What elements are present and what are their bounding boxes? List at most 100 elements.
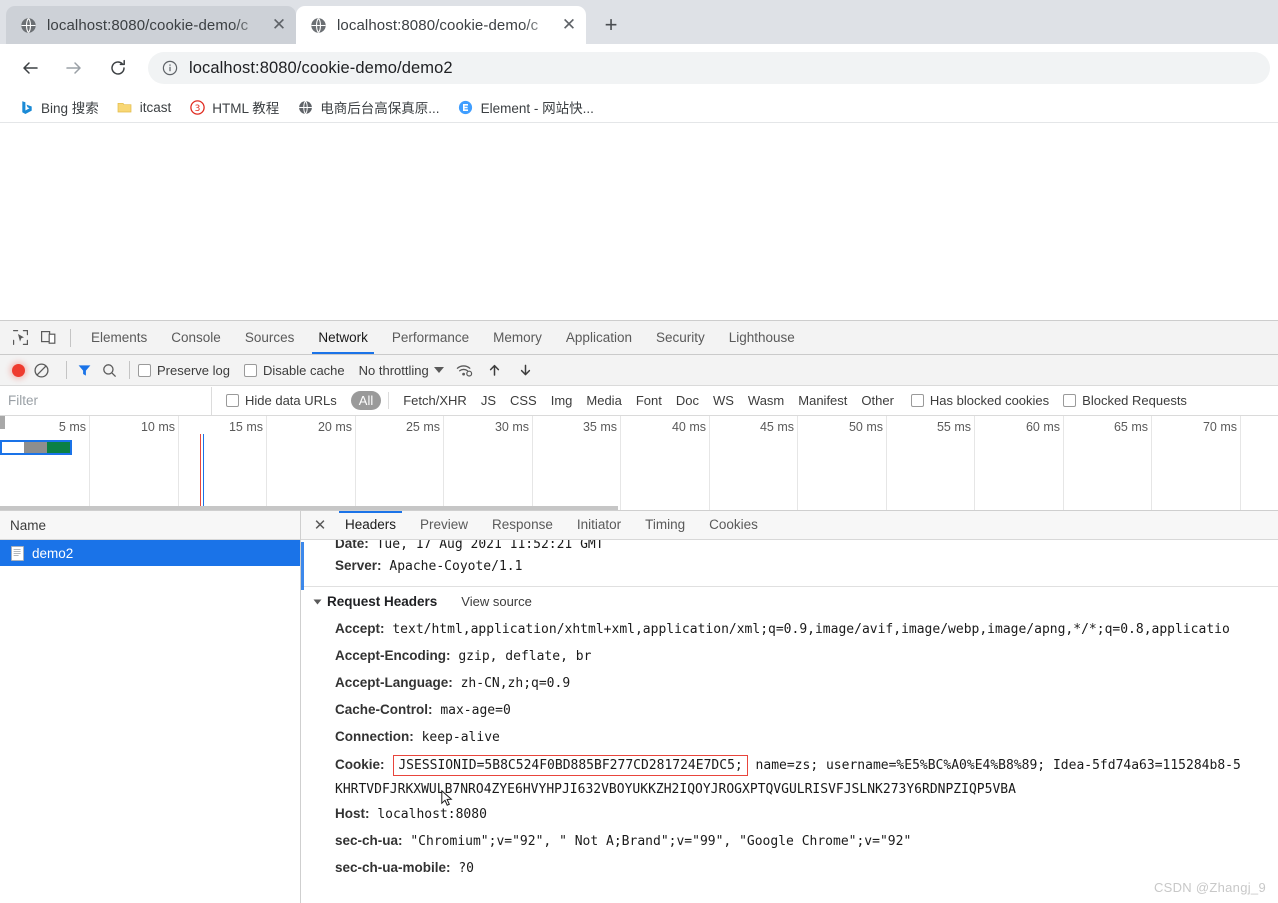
browser-tab-1[interactable]: localhost:8080/cookie-demo/c ✕: [6, 6, 296, 44]
timeline-tick: 65 ms: [1114, 416, 1152, 510]
browser-tab-2[interactable]: localhost:8080/cookie-demo/c ✕: [296, 6, 586, 44]
tab-timing[interactable]: Timing: [633, 511, 697, 539]
timeline-tick-label: 50 ms: [848, 420, 883, 434]
request-headers-section[interactable]: Request Headers View source: [301, 587, 1278, 616]
chevron-down-icon[interactable]: [313, 599, 322, 604]
back-icon[interactable]: [13, 51, 47, 85]
network-conditions-icon[interactable]: [456, 363, 473, 378]
tab-memory[interactable]: Memory: [481, 321, 554, 354]
timeline-tick: 20 ms: [318, 416, 356, 510]
section-title: Request Headers: [327, 594, 438, 609]
close-icon[interactable]: ✕: [268, 14, 290, 36]
address-bar[interactable]: localhost:8080/cookie-demo/demo2: [148, 52, 1270, 84]
tab-strip: localhost:8080/cookie-demo/c ✕ localhost…: [0, 0, 1278, 44]
tab-performance[interactable]: Performance: [380, 321, 481, 354]
chevron-down-icon[interactable]: [433, 367, 444, 373]
network-timeline-overview[interactable]: 5 ms 10 ms 15 ms 20 ms 25 ms 30 ms 35 ms…: [0, 416, 1278, 511]
filter-input[interactable]: Filter: [0, 386, 212, 415]
bookmark-element[interactable]: Element - 网站快...: [450, 95, 602, 119]
checkbox-box: [910, 394, 924, 407]
tab-headers[interactable]: Headers: [333, 511, 408, 539]
record-stop-icon[interactable]: [12, 363, 25, 377]
bookmark-itcast[interactable]: itcast: [109, 95, 180, 119]
timeline-tick-label: 15 ms: [228, 420, 263, 434]
tab-response[interactable]: Response: [480, 511, 565, 539]
filter-type-fetch-xhr[interactable]: Fetch/XHR: [396, 391, 474, 410]
folder-icon: [117, 99, 133, 115]
tab-cookies[interactable]: Cookies: [697, 511, 770, 539]
tab-initiator[interactable]: Initiator: [565, 511, 633, 539]
request-list: Name demo2: [0, 511, 301, 903]
timeline-tick: 10 ms: [141, 416, 179, 510]
import-har-icon[interactable]: [487, 363, 502, 378]
info-circle-icon[interactable]: [162, 60, 178, 76]
headers-content[interactable]: Date: Tue, 17 Aug 2021 11:52:21 GMT Serv…: [301, 540, 1278, 903]
header-value: keep-alive: [421, 730, 500, 745]
jsessionid-highlight: JSESSIONID=5B8C524F0BD885BF277CD281724E7…: [393, 755, 748, 776]
tab-lighthouse[interactable]: Lighthouse: [717, 321, 807, 354]
filter-type-img[interactable]: Img: [544, 391, 580, 410]
timeline-scrollbar[interactable]: [0, 506, 618, 510]
has-blocked-cookies-checkbox[interactable]: Has blocked cookies: [910, 393, 1049, 408]
close-icon[interactable]: ✕: [558, 14, 580, 36]
filter-type-all[interactable]: All: [350, 391, 382, 410]
address-bar-url: localhost:8080/cookie-demo/demo2: [189, 58, 453, 77]
header-key: Accept-Encoding:: [335, 648, 451, 663]
bookmark-label: itcast: [139, 99, 172, 115]
filter-type-other[interactable]: Other: [854, 391, 901, 410]
filter-type-js[interactable]: JS: [474, 391, 503, 410]
filter-type-ws[interactable]: WS: [706, 391, 741, 410]
header-key: sec-ch-ua:: [335, 833, 403, 848]
tab-security[interactable]: Security: [644, 321, 717, 354]
tab-preview[interactable]: Preview: [408, 511, 480, 539]
timeline-tick: 5 ms: [59, 416, 90, 510]
request-row-demo2[interactable]: demo2: [0, 540, 300, 566]
tab-elements[interactable]: Elements: [79, 321, 159, 354]
timeline-domcontentloaded-marker: [203, 434, 204, 510]
divider: [388, 392, 390, 409]
filter-type-wasm[interactable]: Wasm: [741, 391, 791, 410]
bookmark-html-tutorial[interactable]: 3 HTML 教程: [181, 95, 287, 119]
disable-cache-checkbox[interactable]: Disable cache: [243, 363, 345, 378]
cookie-wrapped-line: KHRTVDFJRKXWULB7NRO4ZYE6HVYHPJI632VBOYUK…: [335, 782, 1016, 797]
search-icon[interactable]: [102, 363, 117, 378]
scroll-indicator: [301, 542, 304, 590]
cookie-remainder: name=zs; username=%E5%BC%A0%E4%B8%89; Id…: [747, 758, 1241, 773]
filter-type-media[interactable]: Media: [579, 391, 628, 410]
filter-type-doc[interactable]: Doc: [669, 391, 706, 410]
header-key: Connection:: [335, 729, 414, 744]
new-tab-button[interactable]: +: [596, 10, 626, 40]
tab-network[interactable]: Network: [306, 321, 380, 354]
filter-type-css[interactable]: CSS: [503, 391, 544, 410]
tab-title: localhost:8080/cookie-demo/c: [47, 16, 249, 34]
export-har-icon[interactable]: [518, 363, 533, 378]
timeline-tick-label: 30 ms: [494, 420, 529, 434]
checkbox-box: [1063, 394, 1077, 407]
blocked-requests-checkbox[interactable]: Blocked Requests: [1063, 393, 1187, 408]
request-list-header-name[interactable]: Name: [0, 511, 300, 540]
timeline-tick-label: 10 ms: [140, 420, 175, 434]
forward-icon[interactable]: [57, 51, 91, 85]
tab-console[interactable]: Console: [159, 321, 233, 354]
filter-funnel-icon[interactable]: [77, 363, 92, 378]
filter-type-font[interactable]: Font: [629, 391, 669, 410]
html-tutorial-icon: 3: [189, 99, 205, 115]
preserve-log-checkbox[interactable]: Preserve log: [138, 363, 230, 378]
device-toolbar-icon[interactable]: [34, 325, 62, 351]
filter-type-manifest[interactable]: Manifest: [791, 391, 854, 410]
tab-application[interactable]: Application: [554, 321, 644, 354]
view-source-link[interactable]: View source: [461, 594, 532, 609]
bookmark-bing[interactable]: Bing 搜索: [10, 95, 107, 119]
bookmark-ecommerce[interactable]: 电商后台高保真原...: [289, 95, 447, 119]
timeline-tick-label: 65 ms: [1113, 420, 1148, 434]
clear-icon[interactable]: [34, 362, 49, 378]
throttling-select[interactable]: No throttling: [359, 363, 429, 378]
waterfall-segment-stalled: [24, 442, 47, 453]
close-icon[interactable]: ✕: [307, 512, 333, 538]
timeline-tick: 40 ms: [672, 416, 710, 510]
hide-data-urls-checkbox[interactable]: Hide data URLs: [226, 393, 337, 408]
inspect-element-icon[interactable]: [6, 325, 34, 351]
tab-sources[interactable]: Sources: [233, 321, 307, 354]
reload-icon[interactable]: [101, 51, 135, 85]
bookmark-label: Element - 网站快...: [480, 101, 594, 116]
